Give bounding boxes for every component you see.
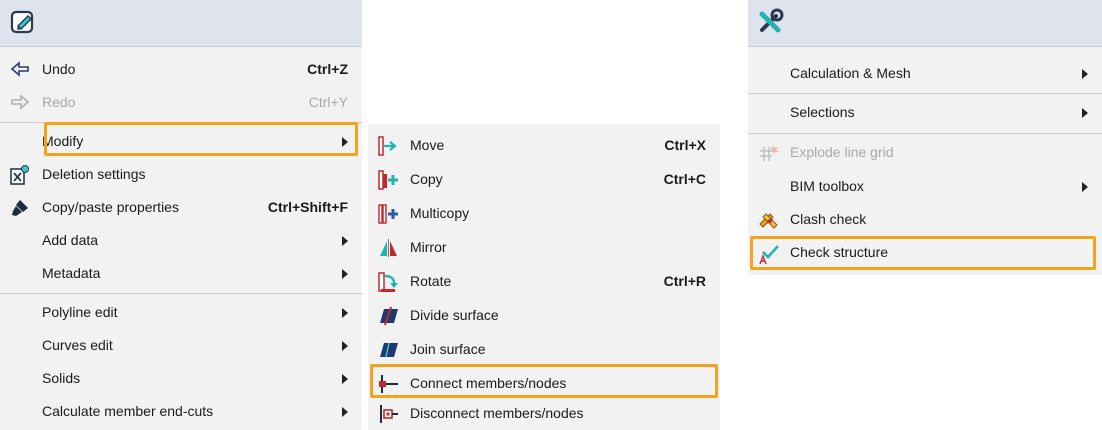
menu-item-disconnect-members-nodes[interactable]: Disconnect members/nodes — [368, 396, 720, 430]
tools-wrench-icon[interactable] — [754, 6, 788, 38]
menu-item-label: Clash check — [790, 211, 867, 227]
rotate-icon — [378, 272, 398, 292]
menu-item-rotate[interactable]: Rotate Ctrl+R — [368, 264, 720, 298]
menu-item-label: Undo — [42, 61, 76, 77]
menu-item-label: Disconnect members/nodes — [410, 405, 584, 421]
edit-menu: Undo Ctrl+Z Redo Ctrl+Y Modify Deletion … — [0, 0, 362, 430]
menu-item-label: BIM toolbox — [790, 178, 864, 194]
submenu-arrow-icon — [342, 308, 348, 318]
redo-arrow-icon — [10, 93, 30, 111]
menu-item-label: Explode line grid — [790, 144, 894, 160]
undo-arrow-icon — [10, 60, 30, 78]
move-icon — [378, 136, 398, 156]
join-surface-icon — [378, 340, 398, 358]
edit-menu-title-bar — [0, 0, 362, 47]
shortcut-label: Ctrl+Z — [307, 61, 348, 77]
tools-menu: Calculation & Mesh Selections Explode li… — [748, 0, 1102, 275]
menu-separator — [748, 133, 1102, 134]
menu-item-label: Deletion settings — [42, 166, 146, 182]
modify-highlight-frame — [44, 122, 358, 156]
menu-item-label: Copy — [410, 171, 443, 187]
menu-item-undo[interactable]: Undo Ctrl+Z — [0, 52, 362, 86]
menu-item-label: Join surface — [410, 341, 486, 357]
tools-menu-title-bar — [748, 0, 1102, 47]
menu-item-deletion-settings[interactable]: Deletion settings — [0, 157, 362, 191]
copy-icon — [378, 170, 398, 190]
menu-item-label: Copy/paste properties — [42, 199, 179, 215]
connect-highlight-frame — [370, 364, 718, 398]
menu-item-divide-surface[interactable]: Divide surface — [368, 298, 720, 332]
menu-item-label: Selections — [790, 104, 855, 120]
shortcut-label: Ctrl+X — [664, 137, 706, 153]
menu-item-multicopy[interactable]: Multicopy — [368, 196, 720, 230]
edit-menu-body: Undo Ctrl+Z Redo Ctrl+Y Modify Deletion … — [0, 47, 362, 430]
menu-item-move[interactable]: Move Ctrl+X — [368, 128, 720, 162]
divide-surface-icon — [378, 306, 398, 326]
menu-item-label: Add data — [42, 232, 99, 248]
menu-separator — [748, 93, 1102, 94]
menu-item-label: Rotate — [410, 273, 452, 289]
submenu-arrow-icon — [342, 374, 348, 384]
menu-item-redo[interactable]: Redo Ctrl+Y — [0, 85, 362, 119]
menu-item-clash-check[interactable]: Clash check — [748, 202, 1102, 236]
disconnect-nodes-icon — [378, 404, 398, 423]
shortcut-label: Ctrl+Shift+F — [267, 199, 348, 215]
menu-item-mirror[interactable]: Mirror — [368, 230, 720, 264]
shortcut-label: Ctrl+C — [663, 171, 706, 187]
menu-item-label: Calculation & Mesh — [790, 65, 911, 81]
menu-item-bim-toolbox[interactable]: BIM toolbox — [748, 169, 1102, 203]
menu-item-label: Solids — [42, 370, 81, 386]
submenu-arrow-icon — [342, 407, 348, 417]
menu-item-calculation-mesh[interactable]: Calculation & Mesh — [748, 56, 1102, 90]
submenu-arrow-icon — [342, 269, 348, 279]
submenu-arrow-icon — [342, 236, 348, 246]
menu-item-label: Divide surface — [410, 307, 499, 323]
menu-item-metadata[interactable]: Metadata — [0, 256, 362, 290]
deletion-settings-icon — [10, 165, 30, 185]
explode-grid-icon — [758, 143, 779, 161]
clash-check-icon — [758, 210, 778, 229]
menu-item-join-surface[interactable]: Join surface — [368, 332, 720, 366]
mirror-icon — [378, 238, 398, 257]
menu-item-label: Multicopy — [410, 205, 470, 221]
submenu-arrow-icon — [1082, 182, 1088, 192]
menu-item-curves-edit[interactable]: Curves edit — [0, 328, 362, 362]
submenu-arrow-icon — [342, 341, 348, 351]
menu-item-polyline-edit[interactable]: Polyline edit — [0, 295, 362, 329]
menu-item-solids[interactable]: Solids — [0, 361, 362, 395]
menu-item-label: Move — [410, 137, 445, 153]
multicopy-icon — [378, 204, 398, 224]
submenu-arrow-icon — [1082, 69, 1088, 79]
menu-item-selections[interactable]: Selections — [748, 95, 1102, 129]
submenu-arrow-icon — [1082, 108, 1088, 118]
menu-item-label: Calculate member end-cuts — [42, 403, 214, 419]
menu-item-add-data[interactable]: Add data — [0, 223, 362, 257]
menu-item-calculate-member-end-cuts[interactable]: Calculate member end-cuts — [0, 394, 362, 428]
edit-pencil-icon[interactable] — [6, 6, 40, 38]
menu-item-label: Redo — [42, 94, 76, 110]
menu-item-copy-paste-properties[interactable]: Copy/paste properties Ctrl+Shift+F — [0, 190, 362, 224]
menu-item-explode-line-grid[interactable]: Explode line grid — [748, 135, 1102, 169]
menu-item-copy[interactable]: Copy Ctrl+C — [368, 162, 720, 196]
menu-separator — [0, 293, 362, 294]
shortcut-label: Ctrl+R — [663, 273, 706, 289]
check-structure-highlight-frame — [750, 236, 1096, 270]
menu-item-label: Curves edit — [42, 337, 113, 353]
paint-brush-icon — [10, 198, 30, 216]
menu-item-label: Polyline edit — [42, 304, 118, 320]
shortcut-label: Ctrl+Y — [308, 94, 348, 110]
menu-item-label: Mirror — [410, 239, 447, 255]
menu-item-label: Metadata — [42, 265, 101, 281]
